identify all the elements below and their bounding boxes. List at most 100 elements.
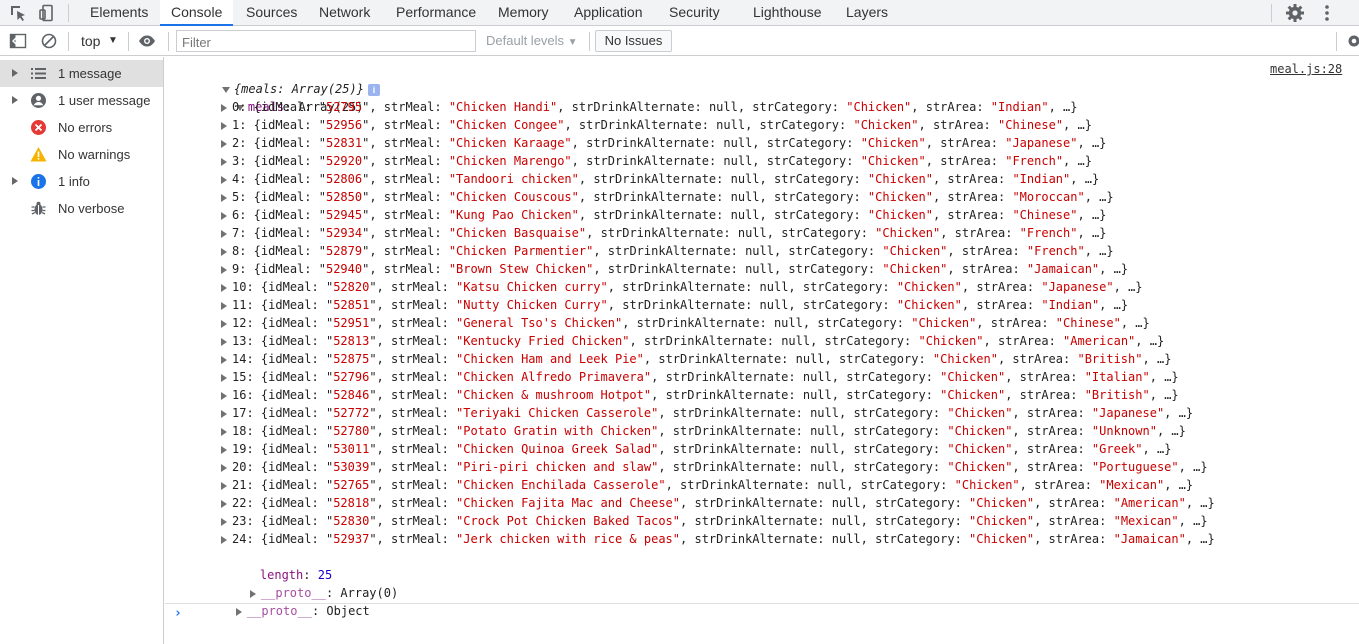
inspect-element-icon[interactable]: [9, 4, 27, 22]
sidebar-item-user-messages[interactable]: 1 user message: [0, 87, 163, 114]
expand-arrow-icon[interactable]: [12, 69, 18, 77]
sidebar-item-messages[interactable]: 1 message: [0, 60, 163, 87]
meal-row[interactable]: 7: {idMeal: "52934", strMeal: "Chicken B…: [221, 224, 1106, 242]
meal-row[interactable]: 22: {idMeal: "52818", strMeal: "Chicken …: [221, 494, 1215, 512]
meal-row[interactable]: 1: {idMeal: "52956", strMeal: "Chicken C…: [221, 116, 1092, 134]
tab-elements[interactable]: Elements: [90, 0, 148, 26]
expand-arrow-icon[interactable]: [221, 337, 227, 346]
expand-arrow-icon[interactable]: [221, 247, 227, 256]
gear-icon[interactable]: [1285, 3, 1305, 23]
sidebar-item-errors[interactable]: No errors: [0, 114, 163, 141]
meal-row[interactable]: 23: {idMeal: "52830", strMeal: "Crock Po…: [221, 512, 1208, 530]
tab-security[interactable]: Security: [669, 0, 720, 26]
tab-lighthouse[interactable]: Lighthouse: [753, 0, 822, 26]
chevron-down-icon[interactable]: ▼: [108, 35, 118, 46]
device-toolbar-icon[interactable]: [38, 4, 56, 22]
expand-arrow-icon[interactable]: [221, 373, 227, 382]
expand-arrow-icon[interactable]: [221, 319, 227, 328]
meal-row[interactable]: 17: {idMeal: "52772", strMeal: "Teriyaki…: [221, 404, 1193, 422]
meal-row[interactable]: 5: {idMeal: "52850", strMeal: "Chicken C…: [221, 188, 1114, 206]
value-strarea: French: [1012, 154, 1056, 168]
expand-arrow-icon[interactable]: [221, 391, 227, 400]
expand-arrow-icon[interactable]: [221, 121, 227, 130]
meal-row[interactable]: 19: {idMeal: "53011", strMeal: "Chicken …: [221, 440, 1171, 458]
expand-arrow-icon[interactable]: [221, 463, 227, 472]
default-levels-dropdown[interactable]: Default levels ▼: [486, 33, 578, 48]
expand-arrow-icon[interactable]: [221, 211, 227, 220]
tab-console[interactable]: Console: [160, 0, 234, 26]
more-options-icon[interactable]: [1317, 3, 1337, 23]
expand-arrow-icon[interactable]: [221, 355, 227, 364]
log-object-root[interactable]: {meals: Array(25)} i: [193, 62, 380, 96]
expand-arrow-icon[interactable]: [221, 499, 227, 508]
expand-arrow-icon[interactable]: [221, 265, 227, 274]
expand-arrow-icon[interactable]: [221, 175, 227, 184]
expand-arrow-icon[interactable]: [221, 535, 227, 544]
tab-sources[interactable]: Sources: [246, 0, 297, 26]
key-strcategory: strCategory: [875, 496, 955, 510]
expand-arrow-icon[interactable]: [12, 177, 18, 185]
meal-row[interactable]: 21: {idMeal: "52765", strMeal: "Chicken …: [221, 476, 1193, 494]
value-idmeal: 52879: [325, 244, 363, 258]
gear-icon[interactable]: [1345, 32, 1359, 50]
meal-row[interactable]: 16: {idMeal: "52846", strMeal: "Chicken …: [221, 386, 1179, 404]
object-proto-property[interactable]: __proto__: Object: [207, 584, 370, 618]
expand-arrow-icon[interactable]: [221, 283, 227, 292]
sidebar-item-verbose[interactable]: No verbose: [0, 195, 163, 222]
expand-arrow-icon[interactable]: [221, 157, 227, 166]
value-strmeal: Chicken Quinoa Greek Salad: [463, 442, 652, 456]
clear-console-icon[interactable]: [40, 32, 58, 50]
meal-row[interactable]: 4: {idMeal: "52806", strMeal: "Tandoori …: [221, 170, 1099, 188]
expand-arrow-icon[interactable]: [221, 193, 227, 202]
expand-arrow-icon[interactable]: [221, 427, 227, 436]
key-strarea: strArea: [1048, 514, 1100, 528]
expand-arrow-icon[interactable]: [221, 103, 227, 112]
expand-arrow-icon[interactable]: [221, 409, 227, 418]
key-idmeal: idMeal: [260, 208, 305, 222]
tab-performance[interactable]: Performance: [396, 0, 476, 26]
meal-row[interactable]: 14: {idMeal: "52875", strMeal: "Chicken …: [221, 350, 1171, 368]
meal-row[interactable]: 13: {idMeal: "52813", strMeal: "Kentucky…: [221, 332, 1164, 350]
meal-row[interactable]: 3: {idMeal: "52920", strMeal: "Chicken M…: [221, 152, 1092, 170]
tab-layers[interactable]: Layers: [846, 0, 888, 26]
meal-row[interactable]: 10: {idMeal: "52820", strMeal: "Katsu Ch…: [221, 278, 1143, 296]
key-strarea: strArea: [940, 154, 991, 168]
sidebar-toggle-icon[interactable]: [9, 32, 27, 50]
expand-arrow-icon[interactable]: [221, 481, 227, 490]
toolbar-separator: [128, 32, 129, 51]
meal-row[interactable]: 11: {idMeal: "52851", strMeal: "Nutty Ch…: [221, 296, 1128, 314]
expand-arrow-icon[interactable]: [221, 139, 227, 148]
sidebar-item-warnings[interactable]: No warnings: [0, 141, 163, 168]
sidebar-item-info[interactable]: 1 info: [0, 168, 163, 195]
meal-row[interactable]: 12: {idMeal: "52951", strMeal: "General …: [221, 314, 1150, 332]
value-idmeal: 52772: [333, 406, 370, 420]
console-prompt[interactable]: ›: [165, 603, 1359, 625]
key-idmeal: idMeal: [268, 316, 312, 330]
meal-row[interactable]: 20: {idMeal: "53039", strMeal: "Piri-pir…: [221, 458, 1208, 476]
tab-network[interactable]: Network: [319, 0, 370, 26]
array-proto-property[interactable]: __proto__: Array(0): [221, 566, 398, 600]
source-link[interactable]: meal.js:28: [1270, 62, 1342, 76]
meal-row[interactable]: 15: {idMeal: "52796", strMeal: "Chicken …: [221, 368, 1179, 386]
meal-row[interactable]: 9: {idMeal: "52940", strMeal: "Brown Ste…: [221, 260, 1128, 278]
filter-input[interactable]: Filter: [176, 30, 476, 52]
value-null: null: [716, 118, 746, 132]
expand-arrow-icon[interactable]: [221, 229, 227, 238]
meal-row[interactable]: 18: {idMeal: "52780", strMeal: "Potato G…: [221, 422, 1186, 440]
meal-row[interactable]: 2: {idMeal: "52831", strMeal: "Chicken K…: [221, 134, 1106, 152]
eye-icon[interactable]: [138, 32, 156, 50]
value-idmeal: 52831: [325, 136, 363, 150]
meal-row[interactable]: 6: {idMeal: "52945", strMeal: "Kung Pao …: [221, 206, 1106, 224]
expand-arrow-icon[interactable]: [221, 517, 227, 526]
tab-application[interactable]: Application: [574, 0, 643, 26]
context-selector[interactable]: top: [81, 33, 100, 49]
expand-arrow-icon[interactable]: [221, 445, 227, 454]
issues-button[interactable]: No Issues: [595, 30, 672, 52]
expand-arrow-icon[interactable]: [12, 96, 18, 104]
meals-property[interactable]: meals: Array(25): [207, 80, 364, 114]
meal-row[interactable]: 8: {idMeal: "52879", strMeal: "Chicken P…: [221, 242, 1114, 260]
expand-arrow-icon[interactable]: [221, 301, 227, 310]
tab-memory[interactable]: Memory: [498, 0, 549, 26]
meal-row[interactable]: 24: {idMeal: "52937", strMeal: "Jerk chi…: [221, 530, 1215, 548]
meal-row[interactable]: 0: {idMeal: "52795", strMeal: "Chicken H…: [221, 98, 1078, 116]
